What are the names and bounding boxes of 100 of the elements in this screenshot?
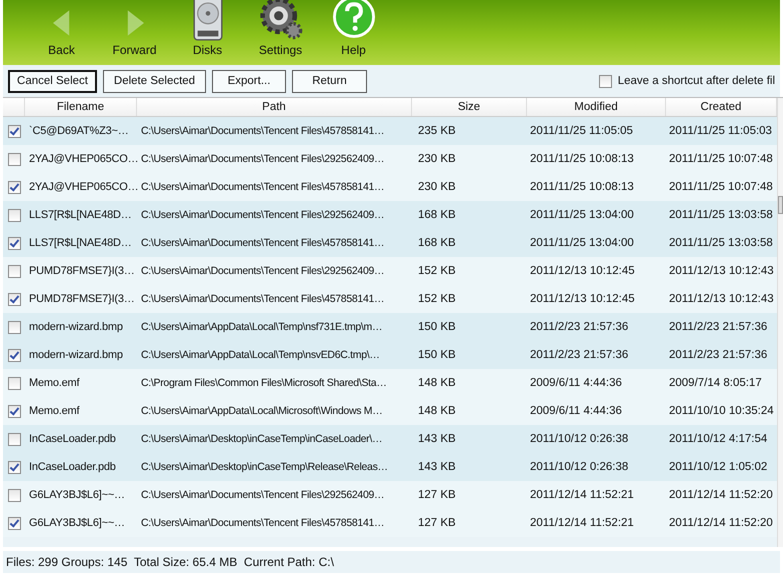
table-cell-text: 2011/10/12 0:26:38 — [529, 461, 630, 473]
table-cell-text: C:\Users\Aimar\AppData\Local\Temp\nsf731E.tmp\m… — [140, 321, 384, 333]
table-cell-text: PUMD78FMSE7}I(3… — [28, 293, 136, 305]
table-cell-text: 2011/10/12 1:05:02 — [668, 461, 768, 473]
column-header[interactable]: Path — [137, 98, 412, 116]
table-cell-text: 230 KB — [417, 181, 457, 193]
table-cell-text: Memo.emf — [28, 405, 80, 417]
toolbar-button[interactable]: Help — [317, 0, 390, 65]
toolbar-button[interactable]: Settings — [244, 0, 317, 65]
table-cell-text: PUMD78FMSE7}I(3… — [28, 265, 136, 277]
gear-icon — [258, 0, 304, 41]
checkbox[interactable] — [8, 488, 21, 502]
action-button[interactable]: Export... — [212, 70, 286, 92]
checkbox[interactable] — [8, 124, 21, 138]
column-header[interactable]: Filename — [25, 98, 137, 116]
table-cell-text: 152 KB — [417, 293, 457, 305]
table-cell-text: 2011/12/14 11:52:20 — [668, 517, 774, 529]
checkbox[interactable] — [8, 432, 21, 446]
table-cell-text: 2YAJ@VHEP065CO… — [28, 153, 137, 165]
table-cell-text: C:\Users\Aimar\Documents\Tencent Files\292562409… — [140, 153, 386, 165]
checkbox[interactable] — [8, 348, 21, 362]
table-cell-text: 2009/7/14 8:05:17 — [668, 377, 763, 389]
table-cell-text: C:\Users\Aimar\Documents\Tencent Files\457858141… — [140, 125, 386, 137]
table-row[interactable]: LLS7[R$L[NAE48D… C:\Users\Aimar\Documents\Tencent Files\457858141… 168 KB 2011/11/25 13:04:00 2011/11/25 13:03:58 — [3, 229, 777, 257]
table-cell-text: 2011/10/10 10:35:24 — [668, 405, 775, 417]
table-row[interactable]: InCaseLoader.pdb C:\Users\Aimar\Desktop\inCaseTemp\inCaseLoader\… 143 KB 2011/10/12 0:26:38 2011/10/12 4:17:54 — [3, 425, 777, 453]
table-cell-text: 2011/12/13 10:12:43 — [668, 293, 775, 305]
table-cell-text: 2011/2/23 21:57:36 — [668, 349, 768, 361]
table-cell-text: 2011/12/14 11:52:20 — [668, 489, 774, 501]
table-cell-text: C:\Users\Aimar\Documents\Tencent Files\457858141… — [140, 517, 386, 529]
checkbox[interactable] — [8, 404, 21, 418]
help-icon — [330, 0, 376, 41]
checkbox[interactable] — [8, 460, 21, 474]
table-cell-text: modern-wizard.bmp — [28, 321, 124, 333]
column-header[interactable]: Modified — [527, 98, 666, 116]
table-cell-text: LLS7[R$L[NAE48D… — [28, 209, 133, 221]
table-cell-text: C:\Users\Aimar\Documents\Tencent Files\457858141… — [140, 293, 386, 305]
checkbox[interactable] — [8, 264, 21, 278]
table-cell-text: 2011/11/25 13:04:00 — [529, 237, 635, 249]
table-cell-text: 2011/2/23 21:57:36 — [668, 321, 768, 333]
table-cell-text: 2009/6/11 4:44:36 — [529, 405, 623, 417]
table-cell-text: G6LAY3BJ$L6]~~… — [28, 517, 126, 529]
table-cell-text: C:\Users\Aimar\AppData\Local\Temp\nsvED6C.tmp\… — [140, 349, 381, 361]
checkbox[interactable] — [8, 236, 21, 250]
checkbox-label[interactable]: Leave a shortcut after delete fil — [618, 75, 775, 87]
table-cell-text: C:\Users\Aimar\Desktop\inCaseTemp\Release\Releas… — [140, 461, 389, 473]
table-cell-text: 235 KB — [417, 125, 457, 137]
table-row[interactable]: `C5@D69AT%Z3~… C:\Users\Aimar\Documents\Tencent Files\457858141… 235 KB 2011/11/25 11:05:05 2011/11/25 11:05:03 — [3, 117, 777, 145]
table-cell-text: InCaseLoader.pdb — [28, 433, 117, 445]
table-row[interactable]: LLS7[R$L[NAE48D… C:\Users\Aimar\Documents\Tencent Files\292562409… 168 KB 2011/11/25 13:04:00 2011/11/25 13:03:58 — [3, 201, 777, 229]
table-cell-text: 150 KB — [417, 321, 457, 333]
checkbox[interactable] — [8, 516, 21, 530]
checkbox[interactable] — [8, 320, 21, 334]
checkbox[interactable] — [8, 376, 21, 390]
table-cell-text: 2011/12/14 11:52:21 — [529, 517, 635, 529]
table-cell-text: 152 KB — [417, 265, 457, 277]
checkbox[interactable] — [8, 180, 21, 194]
scrollbar-thumb[interactable] — [778, 196, 783, 214]
table-cell-text: InCaseLoader.pdb — [28, 461, 117, 473]
table-cell-text: 150 KB — [417, 349, 457, 361]
action-button[interactable]: Delete Selected — [103, 70, 206, 92]
table-row[interactable]: InCaseLoader.pdb C:\Users\Aimar\Desktop\inCaseTemp\Release\Releas… 143 KB 2011/10/12 0:26:38 2011/10/12 1:05:02 — [3, 453, 777, 481]
table-cell-text: C:\Users\Aimar\Documents\Tencent Files\292562409… — [140, 489, 386, 501]
table-cell-text: 2011/11/25 10:08:13 — [529, 153, 635, 165]
checkbox[interactable] — [8, 208, 21, 222]
table-row[interactable]: modern-wizard.bmp C:\Users\Aimar\AppData\Local\Temp\nsf731E.tmp\m… 150 KB 2011/2/23 21:57:36 2011/2/23 21:57:36 — [3, 313, 777, 341]
table-cell-text: 127 KB — [417, 517, 457, 529]
table-cell-text: C:\Users\Aimar\AppData\Local\Microsoft\Windows M… — [140, 405, 384, 417]
checkbox[interactable] — [8, 292, 21, 306]
table-row[interactable]: modern-wizard.bmp C:\Users\Aimar\AppData\Local\Temp\nsvED6C.tmp\… 150 KB 2011/2/23 21:57:36 2011/2/23 21:57:36 — [3, 341, 777, 369]
table-cell-text: 2011/11/25 13:04:00 — [529, 209, 635, 221]
status-bar: Files: 299 Groups: 145 Total Size: 65.4 MB Current Path: C:\ — [3, 551, 780, 573]
table-cell-text: 2YAJ@VHEP065CO… — [28, 181, 137, 193]
table-cell-text: 2011/12/13 10:12:45 — [529, 265, 636, 277]
table-cell-text: Memo.emf — [28, 377, 80, 389]
table-cell-text: 2009/6/11 4:44:36 — [529, 377, 623, 389]
table-cell-text: 2011/10/12 4:17:54 — [668, 433, 768, 445]
table-cell-text: 2011/11/25 11:05:05 — [529, 125, 634, 137]
checkbox[interactable] — [8, 152, 21, 166]
checkbox[interactable] — [598, 74, 612, 88]
table-cell-text: 2011/10/12 0:26:38 — [529, 433, 630, 445]
table-cell-text: C:\Users\Aimar\Documents\Tencent Files\292562409… — [140, 265, 386, 277]
table-cell-text: 127 KB — [417, 489, 457, 501]
table-cell-text: 2011/12/14 11:52:21 — [529, 489, 635, 501]
table-cell-text: C:\Program Files\Common Files\Microsoft Shared\Sta… — [140, 377, 388, 389]
action-button[interactable]: Return — [292, 70, 367, 92]
table-cell-text: 2011/11/25 10:07:48 — [668, 153, 774, 165]
table-cell-text: C:\Users\Aimar\Documents\Tencent Files\457858141… — [140, 237, 386, 249]
table-cell-text: 143 KB — [417, 433, 457, 445]
table-cell-text: 143 KB — [417, 461, 457, 473]
column-header[interactable]: Size — [412, 98, 527, 116]
table-cell-text: 2011/11/25 13:03:58 — [668, 209, 774, 221]
table-cell-text: 2011/12/13 10:12:45 — [529, 293, 636, 305]
action-button[interactable]: Cancel Select — [8, 70, 97, 92]
toolbar-button[interactable]: Disks — [171, 0, 244, 65]
table-cell-text: 148 KB — [417, 405, 457, 417]
table-cell-text: 2011/11/25 10:08:13 — [529, 181, 635, 193]
scrollbar[interactable] — [777, 98, 783, 547]
table-cell-text: 2011/12/13 10:12:43 — [668, 265, 775, 277]
table-cell-text: 168 KB — [417, 209, 457, 221]
